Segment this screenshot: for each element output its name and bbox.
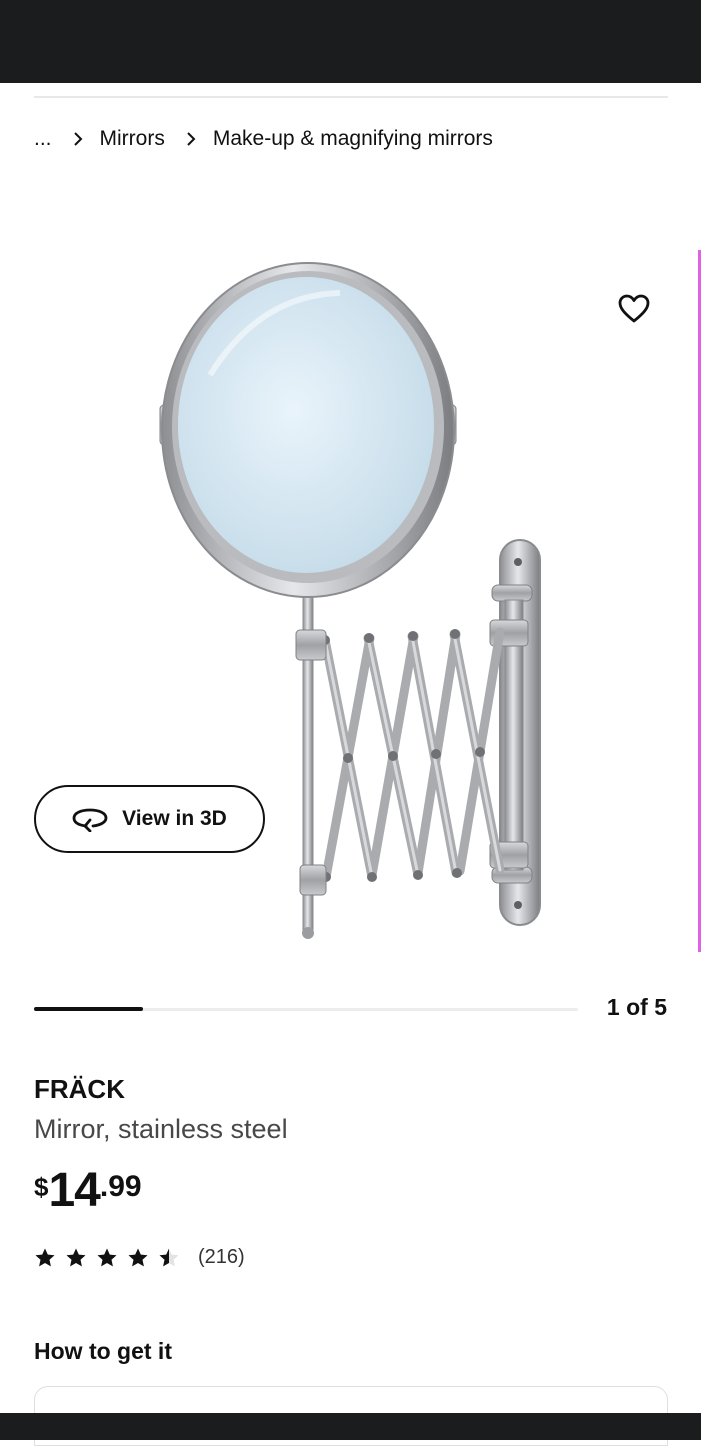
rotate-3d-icon [72, 808, 108, 832]
product-description: Mirror, stainless steel [34, 1114, 288, 1144]
product-rating[interactable]: (216) [34, 1246, 245, 1269]
chevron-right-icon [72, 132, 84, 146]
heart-icon [618, 294, 650, 323]
gallery-progress-bar [34, 1007, 578, 1011]
product-price: $ 14 .99 [34, 1166, 142, 1216]
navigation-bar [0, 1413, 701, 1440]
breadcrumb-item-makeup-mirrors[interactable]: Make-up & magnifying mirrors [213, 127, 493, 151]
how-to-get-it-heading: How to get it [34, 1338, 172, 1364]
gallery-progress-fill [34, 1007, 143, 1011]
view-in-3d-label: View in 3D [122, 807, 227, 830]
star-icon [66, 1248, 86, 1266]
breadcrumb-ellipsis[interactable]: ... [34, 127, 52, 151]
breadcrumb: ... Mirrors Make-up & magnifying mirrors [34, 122, 493, 156]
chevron-right-icon [185, 132, 197, 146]
view-in-3d-button[interactable]: View in 3D [34, 785, 265, 853]
status-bar [0, 0, 701, 83]
star-icon [128, 1248, 148, 1266]
header-divider [34, 96, 668, 98]
gallery-page-counter: 1 of 5 [606, 994, 667, 1020]
price-currency: $ [34, 1172, 49, 1202]
star-icon [97, 1248, 117, 1266]
star-icon [35, 1248, 55, 1266]
product-name: FRÄCK [34, 1074, 125, 1104]
rating-stars [34, 1247, 180, 1269]
review-count: (216) [198, 1246, 245, 1268]
favorite-button[interactable] [610, 285, 658, 333]
price-integer: 14 [48, 1164, 100, 1217]
price-decimal: .99 [99, 1170, 142, 1203]
star-icon [159, 1248, 179, 1266]
breadcrumb-item-mirrors[interactable]: Mirrors [100, 127, 165, 151]
